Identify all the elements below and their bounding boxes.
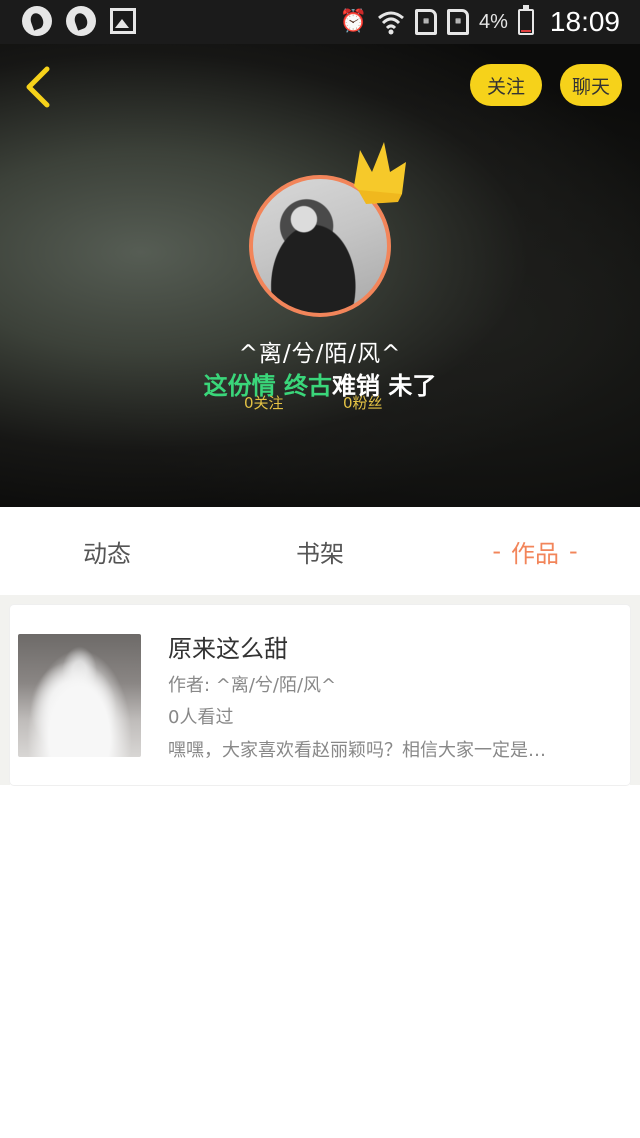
battery-icon — [517, 5, 534, 35]
battery-percent: 4% — [479, 10, 508, 33]
back-button[interactable] — [18, 62, 58, 112]
following-count[interactable]: 0关注 — [244, 392, 284, 413]
followers-count[interactable]: 0粉丝 — [343, 392, 383, 413]
list-gutter — [630, 595, 640, 785]
alarm-icon: ⏰ — [339, 9, 368, 34]
tab-label: 作品 — [511, 539, 559, 568]
profile-tabs: 动态 书架 - 作品 - — [0, 507, 640, 595]
sim-icon: ▦ — [447, 9, 470, 35]
sim-icon: ▦ — [415, 9, 438, 35]
nickname: ^离/兮/陌/风^ — [238, 341, 402, 367]
status-bar-right: ⏰ ▦ ▦ 4% 18:09 — [340, 0, 620, 44]
work-views: 0人看过 — [168, 707, 234, 728]
chevron-left-icon — [26, 66, 50, 108]
crown-icon — [354, 142, 406, 204]
work-title: 原来这么甜 — [168, 635, 288, 663]
status-bar-left — [22, 6, 136, 36]
chat-button[interactable]: 聊天 — [560, 64, 622, 106]
tab-active-dash: - — [492, 537, 501, 565]
list-gutter — [0, 595, 10, 785]
profile-stats: 0关注 0粉丝 — [0, 392, 640, 414]
app-notification-icon — [22, 6, 52, 36]
work-author: 作者: ^离/兮/陌/风^ — [168, 675, 337, 696]
tab-label: 书架 — [296, 539, 344, 568]
status-bar: ⏰ ▦ ▦ 4% 18:09 — [0, 0, 640, 44]
work-cover-image — [18, 634, 141, 757]
tab-active-dash: - — [569, 537, 578, 565]
tab-label: 动态 — [83, 539, 131, 568]
work-list-item[interactable]: 原来这么甜 作者: ^离/兮/陌/风^ 0人看过 嘿嘿，大家喜欢看赵丽颖吗？相信… — [10, 605, 630, 785]
gallery-icon — [110, 8, 136, 34]
wifi-icon — [378, 11, 404, 35]
profile-header: 关注 聊天 ^离/兮/陌/风^ 这份情 终古难销 未了 0关注 0粉丝 — [0, 44, 640, 507]
tab-bookshelf[interactable]: 书架 — [270, 507, 370, 595]
follow-button[interactable]: 关注 — [470, 64, 542, 106]
work-description: 嘿嘿，大家喜欢看赵丽颖吗？相信大家一定是… — [168, 740, 546, 761]
tab-works[interactable]: - 作品 - — [470, 507, 600, 595]
tab-dynamics[interactable]: 动态 — [57, 507, 157, 595]
status-time: 18:09 — [549, 6, 620, 37]
app-notification-icon — [66, 6, 96, 36]
